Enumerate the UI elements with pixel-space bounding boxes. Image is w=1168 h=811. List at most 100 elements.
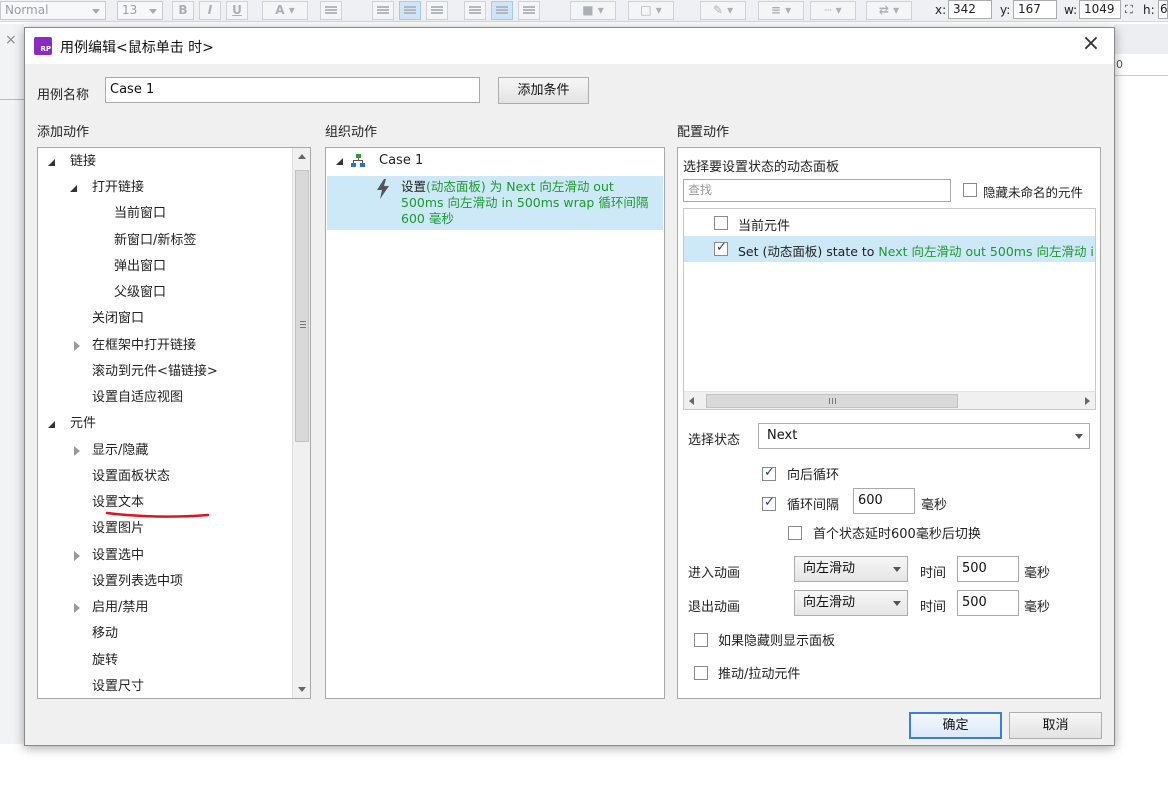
search-input[interactable]: 查找 [683,179,951,202]
close-icon[interactable]: × [1080,33,1102,56]
scroll-right-icon[interactable] [1085,397,1090,405]
font-size-select[interactable]: 13 [117,1,163,20]
widget-row-label: Set (动态面板) state to Next 向左滑动 out 500ms … [738,241,1096,260]
lock-ratio-icon[interactable]: ⛶ [1125,3,1133,17]
row-detail: Next 向左滑动 out 500ms 向左滑动 in [878,244,1096,259]
bold-button[interactable]: B [172,1,194,20]
widget-row-current[interactable]: 当前元件 [684,210,1095,236]
tree-node-new-window[interactable]: 新窗口/新标签 [114,228,196,254]
w-input[interactable]: 1049 [1079,0,1121,19]
case-editor-dialog: RP 用例编辑<鼠标单击 时> × 用例名称 Case 1 添加条件 添加动作 … [24,27,1115,746]
hscroll-thumb[interactable] [706,394,958,408]
tree-node-scroll-to-anchor[interactable]: 滚动到元件<锚链接> [92,359,218,385]
hide-unnamed-checkbox[interactable] [963,183,977,197]
organize-actions-panel: Case 1 设置(动态面板) 为 Next 向左滑动 out 500ms 向左… [325,147,665,699]
expand-triangle-icon [48,421,55,428]
underline-button[interactable]: U [226,1,248,20]
chevron-down-icon [893,567,901,572]
align-bottom-button[interactable] [518,1,540,20]
select-state-value: Next [767,428,798,443]
tree-node-parent-window[interactable]: 父级窗口 [114,280,166,306]
tree-node-label: 打开链接 [92,180,145,195]
tree-node-label: 显示/隐藏 [92,443,149,458]
exit-animation-dropdown[interactable]: 向左滑动 [794,590,908,616]
tree-node-label: 元件 [70,416,97,431]
line-style-button[interactable]: ┈ ▾ [810,1,856,20]
scroll-down-icon[interactable] [298,687,306,692]
enter-time-input[interactable]: 500 [957,556,1019,582]
dialog-title: 用例编辑<鼠标单击 时> [60,40,214,56]
tree-node-set-size[interactable]: 设置尺寸 [92,674,144,698]
tree-scrollbar[interactable] [292,148,310,698]
cancel-button[interactable]: 取消 [1009,712,1102,739]
align-middle-button[interactable] [491,1,513,20]
tree-node-set-list-selected[interactable]: 设置列表选中项 [92,569,183,595]
action-line-1: 设置(动态面板) 为 Next 向左滑动 out [401,179,648,195]
case-icon [351,154,365,167]
align-center-button[interactable] [399,1,421,20]
grip-icon [829,398,830,404]
align-right-button[interactable] [426,1,448,20]
action-item-set-panel-state[interactable]: 设置(动态面板) 为 Next 向左滑动 out 500ms 向左滑动 in 5… [327,176,663,230]
scroll-up-icon[interactable] [298,154,306,159]
config-panel-title: 选择要设置状态的动态面板 [683,160,840,175]
tree-node-set-adaptive-view[interactable]: 设置自适应视图 [92,385,183,411]
h-input[interactable]: 6 [1158,0,1168,19]
arrow-style-button[interactable]: ⇄ ▾ [866,1,912,20]
exit-time-input[interactable]: 500 [957,590,1019,616]
widget-row-checkbox[interactable] [714,240,728,256]
bullet-list-button[interactable] [320,1,342,20]
case-node[interactable]: Case 1 [326,148,664,174]
show-if-hidden-checkbox[interactable] [694,633,708,647]
exit-ms-label: 毫秒 [1024,600,1051,615]
align-left-button[interactable] [372,1,394,20]
font-color-button[interactable]: A ▾ [262,1,308,20]
line-color-button[interactable]: ✎ ▾ [700,1,746,20]
add-actions-tree: 链接 打开链接 当前窗口 新窗口/新标签 弹出窗口 父级窗口 关闭窗口 在框架中… [37,147,311,699]
scroll-left-icon[interactable] [689,397,694,405]
tree-node-close-window[interactable]: 关闭窗口 [92,306,144,332]
align-right-icon [431,6,443,8]
add-condition-button[interactable]: 添加条件 [498,77,589,104]
push-pull-checkbox[interactable] [694,666,708,680]
tree-node-move[interactable]: 移动 [92,621,118,647]
action-text: 设置(动态面板) 为 Next 向左滑动 out 500ms 向左滑动 in 5… [401,179,648,227]
line-width-button[interactable]: ≡ ▾ [758,1,804,20]
exit-animation-label: 退出动画 [688,600,741,615]
repeat-interval-checkbox[interactable] [762,495,776,511]
case-name-input[interactable]: Case 1 [105,77,480,103]
repeat-interval-input[interactable]: 600 [853,488,915,514]
x-input[interactable]: 342 [948,0,992,19]
collapsed-triangle-icon [74,551,80,561]
shadow-button[interactable]: □ ▾ [628,1,674,20]
action-verb: 设置 [401,179,427,194]
align-left-icon [377,6,389,8]
enter-animation-dropdown[interactable]: 向左滑动 [794,556,908,582]
row-target: (动态面板) [762,244,823,259]
style-select[interactable]: Normal [0,1,106,20]
enter-animation-value: 向左滑动 [803,561,856,576]
ok-button[interactable]: 确定 [909,712,1002,739]
first-delay-checkbox[interactable] [788,526,802,540]
italic-button[interactable]: I [199,1,221,20]
select-state-dropdown[interactable]: Next [758,423,1090,449]
wrap-checkbox[interactable] [762,465,776,481]
collapsed-triangle-icon [74,603,80,613]
line-style-icon: ┈ ▾ [824,3,842,17]
y-input[interactable]: 167 [1013,0,1057,19]
align-top-button[interactable] [464,1,486,20]
tree-node-popup-window[interactable]: 弹出窗口 [114,254,166,280]
close-tab-icon[interactable]: × [5,32,17,48]
widget-row-dynamic-panel[interactable]: Set (动态面板) state to Next 向左滑动 out 500ms … [684,236,1095,262]
tree-node-set-panel-state[interactable]: 设置面板状态 [92,464,170,490]
widget-row-label: 当前元件 [738,219,791,234]
fill-color-button[interactable]: ■ ▾ [570,1,616,20]
tree-node-rotate[interactable]: 旋转 [92,648,118,674]
exit-time-label: 时间 [920,600,947,615]
tree-node-current-window[interactable]: 当前窗口 [114,201,166,227]
exit-animation-value: 向左滑动 [803,595,856,610]
scrollbar-thumb[interactable] [295,170,309,442]
case-name-label: 用例名称 [37,88,90,103]
widget-row-checkbox[interactable] [714,216,728,230]
list-hscrollbar[interactable] [684,391,1095,409]
